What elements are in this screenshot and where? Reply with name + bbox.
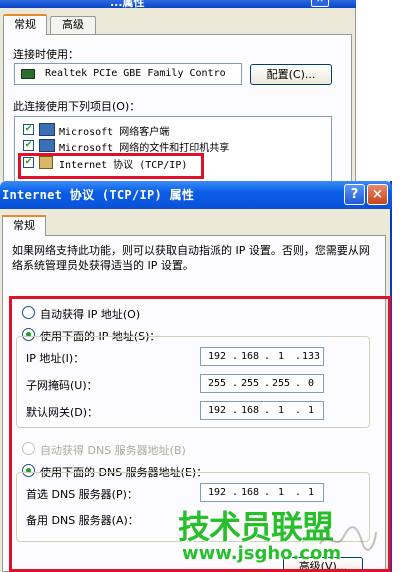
network-adapter-icon	[21, 69, 35, 79]
description-text: 如果网络支持此功能，则可以获取自动指派的 IP 设置。否则，您需要从网络系统管理…	[12, 244, 370, 272]
tab-general[interactable]: 常规	[3, 14, 47, 35]
front-dialog-titlebar[interactable]: Internet 协议 (TCP/IP) 属性 ? ×	[0, 181, 392, 209]
watermark-brand: 技术员联盟	[178, 508, 334, 546]
component-label: Microsoft 网络的文件和打印机共享	[59, 143, 230, 154]
tab-advanced[interactable]: 高级	[50, 16, 96, 34]
front-dialog-title: Internet 协议 (TCP/IP) 属性	[2, 188, 195, 202]
adapter-field: Realtek PCIe GBE Family Contro	[14, 63, 242, 85]
network-client-icon	[39, 123, 55, 136]
close-icon[interactable]: ×	[311, 0, 329, 7]
close-icon[interactable]: ×	[367, 184, 388, 205]
back-dialog-titlebar[interactable]: ...属性 ×	[0, 0, 356, 9]
checkbox-client[interactable]: ✔	[23, 124, 34, 135]
file-sharing-icon	[39, 139, 55, 152]
tab-general[interactable]: 常规	[2, 215, 46, 236]
adapter-name: Realtek PCIe GBE Family Contro	[45, 68, 226, 79]
configure-button[interactable]: 配置(C)...	[250, 64, 332, 85]
tcpip-highlight-box	[18, 153, 204, 179]
connect-using-label: 连接时使用：	[13, 48, 79, 61]
component-label: Microsoft 网络客户端	[59, 127, 170, 138]
items-label: 此连接使用下列项目(O)：	[13, 100, 141, 113]
help-icon[interactable]: ?	[344, 184, 365, 205]
watermark-signature-icon	[319, 526, 377, 551]
checkbox-file-sharing[interactable]: ✔	[23, 140, 34, 151]
back-dialog-title: ...属性	[110, 0, 145, 9]
